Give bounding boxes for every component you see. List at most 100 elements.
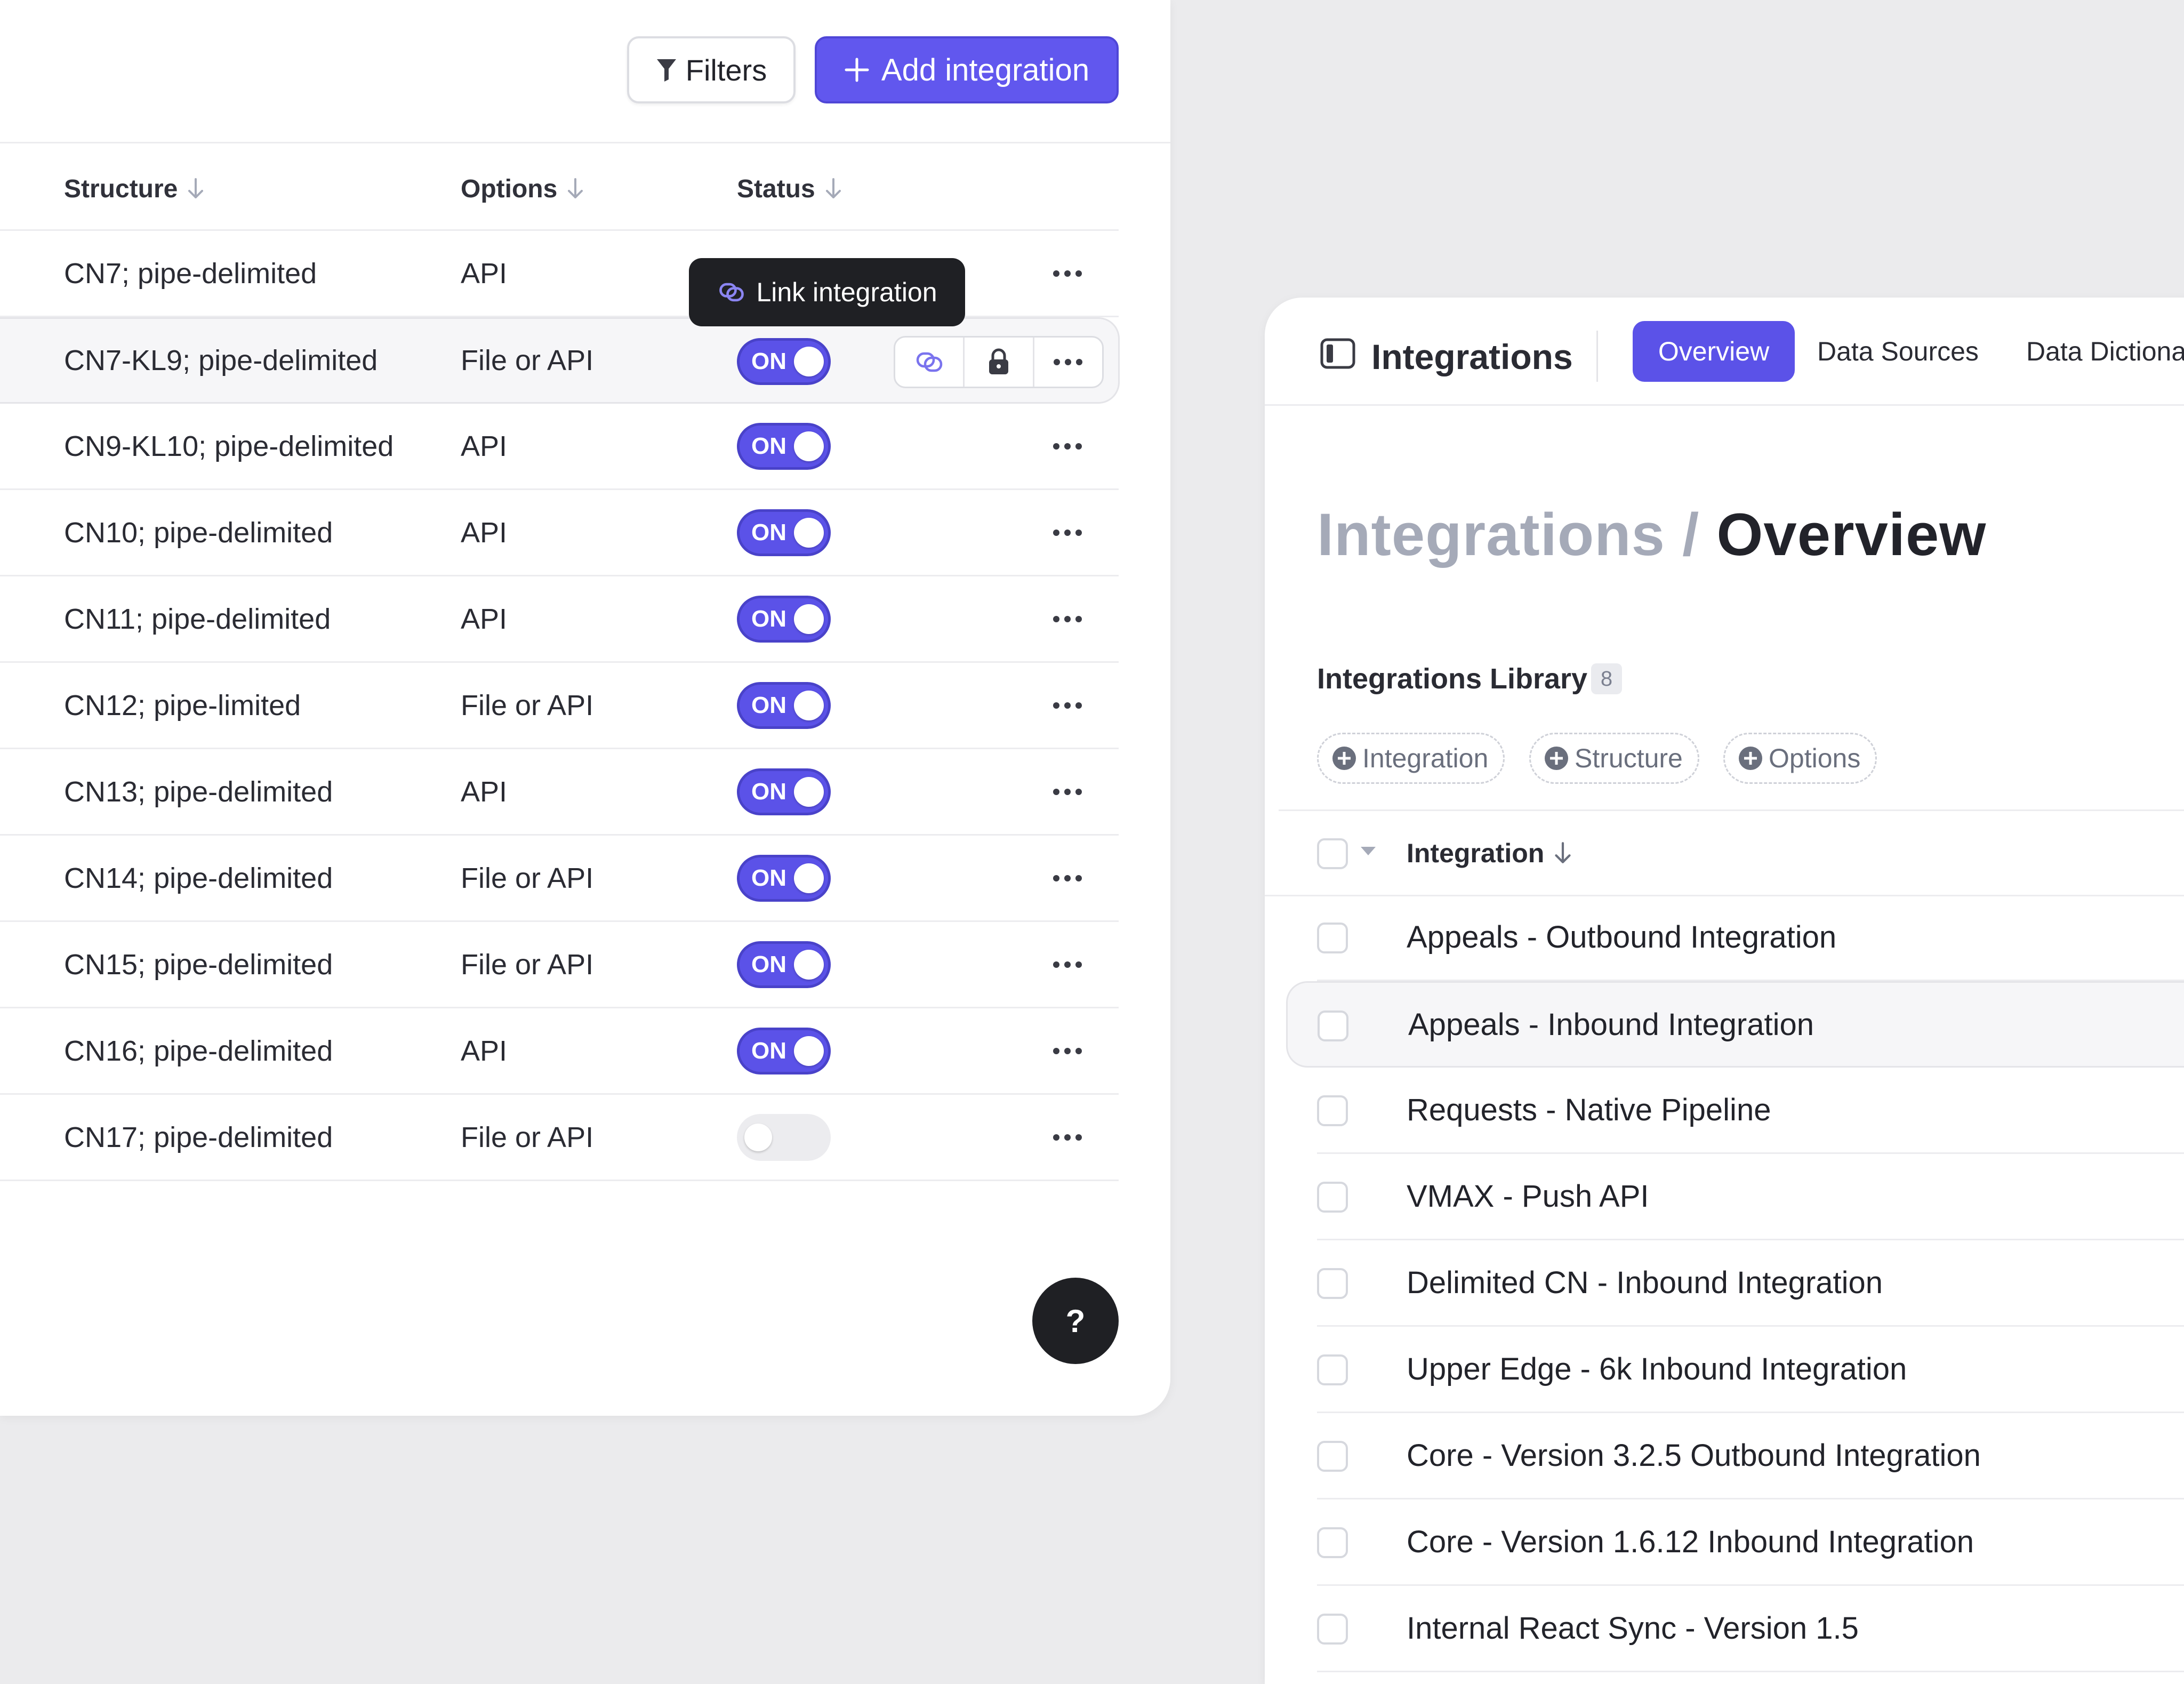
tooltip-label: Link integration <box>756 277 937 307</box>
column-header-label: Status <box>737 174 815 203</box>
chevron-down-icon[interactable] <box>1361 847 1376 855</box>
structure-cell: CN7; pipe-delimited <box>64 257 317 290</box>
sort-arrow-icon <box>824 177 843 201</box>
options-cell: File or API <box>461 862 594 894</box>
column-header-options[interactable]: Options <box>461 170 585 208</box>
options-cell: API <box>461 257 508 290</box>
column-header-structure[interactable]: Structure <box>64 170 205 208</box>
status-toggle[interactable]: ON <box>737 682 831 729</box>
status-toggle[interactable]: ON <box>737 941 831 988</box>
tab-data-sources[interactable]: Data Sources <box>1817 321 1979 382</box>
add-integration-button[interactable]: Add integration <box>815 36 1119 103</box>
table-row[interactable]: CN12; pipe-limited File or API ON <box>0 663 1119 749</box>
toggle-knob <box>794 691 824 720</box>
table-row[interactable]: CN7-KL9; pipe-delimited File or API ON <box>0 317 1120 404</box>
filter-chip-structure[interactable]: Structure <box>1529 733 1699 784</box>
list-item[interactable]: VMAX - Push API <box>1317 1154 2184 1240</box>
status-toggle[interactable]: ON <box>737 1028 831 1074</box>
toggle-label: ON <box>751 606 786 632</box>
more-options-button[interactable] <box>1046 231 1089 316</box>
filter-chip-integration[interactable]: Integration <box>1317 733 1505 784</box>
row-checkbox[interactable] <box>1317 1527 1348 1558</box>
options-cell: File or API <box>461 689 594 721</box>
table-row[interactable]: CN17; pipe-delimited File or API <box>0 1095 1119 1181</box>
more-options-button[interactable] <box>1046 1008 1089 1093</box>
structure-cell: CN14; pipe-delimited <box>64 862 333 894</box>
table-row[interactable]: CN13; pipe-delimited API ON <box>0 749 1119 836</box>
status-toggle[interactable]: ON <box>737 596 831 643</box>
sort-arrow-icon <box>186 177 205 201</box>
more-options-button[interactable] <box>1046 576 1089 661</box>
tab-overview[interactable]: Overview <box>1633 321 1795 382</box>
list-item[interactable]: Requests - Native Pipeline <box>1317 1068 2184 1154</box>
filter-chip-options[interactable]: Options <box>1723 733 1877 784</box>
row-checkbox[interactable] <box>1317 923 1348 953</box>
integration-table-header: Integration <box>1265 813 2184 896</box>
status-toggle[interactable]: ON <box>737 423 831 470</box>
toggle-label: ON <box>751 348 786 374</box>
structure-cell: CN16; pipe-delimited <box>64 1035 333 1067</box>
row-checkbox[interactable] <box>1317 1182 1348 1213</box>
sidebar-toggle-icon[interactable] <box>1320 338 1355 369</box>
options-cell: File or API <box>461 1121 594 1153</box>
row-checkbox[interactable] <box>1317 1268 1348 1299</box>
toolbar-divider <box>0 142 1170 143</box>
add-integration-label: Add integration <box>881 52 1090 87</box>
status-toggle[interactable]: ON <box>737 509 831 556</box>
link-icon <box>913 346 945 378</box>
toggle-knob <box>794 518 824 548</box>
filters-button[interactable]: Filters <box>627 36 796 103</box>
row-checkbox[interactable] <box>1317 1441 1348 1472</box>
row-checkbox[interactable] <box>1317 1095 1348 1126</box>
lock-button[interactable] <box>963 338 1032 387</box>
list-item[interactable]: Upper Edge - 6k Inbound Integration <box>1317 1327 2184 1413</box>
more-options-button[interactable] <box>1046 663 1089 748</box>
table-row[interactable]: CN16; pipe-delimited API ON <box>0 1008 1119 1095</box>
list-item[interactable]: Core - Version 3.2.5 Outbound Integratio… <box>1317 1413 2184 1499</box>
list-item[interactable]: Appeals - Inbound Integration <box>1286 981 2184 1068</box>
integration-name: Appeals - Outbound Integration <box>1407 920 1837 955</box>
toggle-knob <box>744 1124 772 1151</box>
more-options-button[interactable] <box>1032 338 1102 387</box>
select-all-checkbox[interactable] <box>1317 838 1348 869</box>
more-options-button[interactable] <box>1046 836 1089 920</box>
tab-data-dictionary[interactable]: Data Dictiona <box>2026 321 2184 382</box>
column-header-status[interactable]: Status <box>737 170 843 208</box>
help-button[interactable]: ? <box>1032 1278 1119 1364</box>
table-row[interactable]: CN10; pipe-delimited API ON <box>0 490 1119 576</box>
plus-circle-icon <box>1545 747 1568 770</box>
help-label: ? <box>1065 1303 1086 1339</box>
more-options-button[interactable] <box>1046 1095 1089 1180</box>
column-header-label: Integration <box>1407 838 1545 868</box>
more-options-button[interactable] <box>1046 490 1089 575</box>
structures-panel: Filters Add integration Structure Option… <box>0 0 1170 1416</box>
status-toggle[interactable]: ON <box>737 855 831 902</box>
more-options-button[interactable] <box>1046 922 1089 1007</box>
list-item[interactable]: Internal React Sync - Version 1.5 <box>1317 1586 2184 1672</box>
breadcrumb-parent[interactable]: Integrations <box>1317 501 1665 568</box>
table-row[interactable]: CN9-KL10; pipe-delimited API ON <box>0 404 1119 490</box>
list-item[interactable]: Appeals - Outbound Integration <box>1317 895 2184 981</box>
status-toggle[interactable]: ON <box>737 768 831 815</box>
library-count-badge: 8 <box>1591 663 1622 694</box>
integration-name: Upper Edge - 6k Inbound Integration <box>1407 1352 1907 1386</box>
integration-name: Delimited CN - Inbound Integration <box>1407 1265 1883 1300</box>
chip-label: Options <box>1769 743 1861 773</box>
status-toggle[interactable]: ON <box>737 338 831 385</box>
row-checkbox[interactable] <box>1317 1354 1348 1385</box>
structure-cell: CN13; pipe-delimited <box>64 775 333 808</box>
row-checkbox[interactable] <box>1317 1614 1348 1645</box>
row-checkbox[interactable] <box>1318 1011 1348 1041</box>
list-item[interactable]: Core - Version 1.6.12 Inbound Integratio… <box>1317 1499 2184 1586</box>
status-toggle[interactable] <box>737 1114 831 1161</box>
more-options-button[interactable] <box>1046 749 1089 834</box>
more-options-button[interactable] <box>1046 404 1089 488</box>
column-header-label: Options <box>461 174 558 203</box>
link-integration-button[interactable] <box>895 338 963 387</box>
list-item[interactable]: Delimited CN - Inbound Integration <box>1317 1240 2184 1327</box>
column-header-integration[interactable]: Integration <box>1407 832 1573 875</box>
table-row[interactable]: CN15; pipe-delimited File or API ON <box>0 922 1119 1008</box>
table-row[interactable]: CN14; pipe-delimited File or API ON <box>0 836 1119 922</box>
table-row[interactable]: CN11; pipe-delimited API ON <box>0 576 1119 663</box>
toggle-label: ON <box>751 692 786 718</box>
